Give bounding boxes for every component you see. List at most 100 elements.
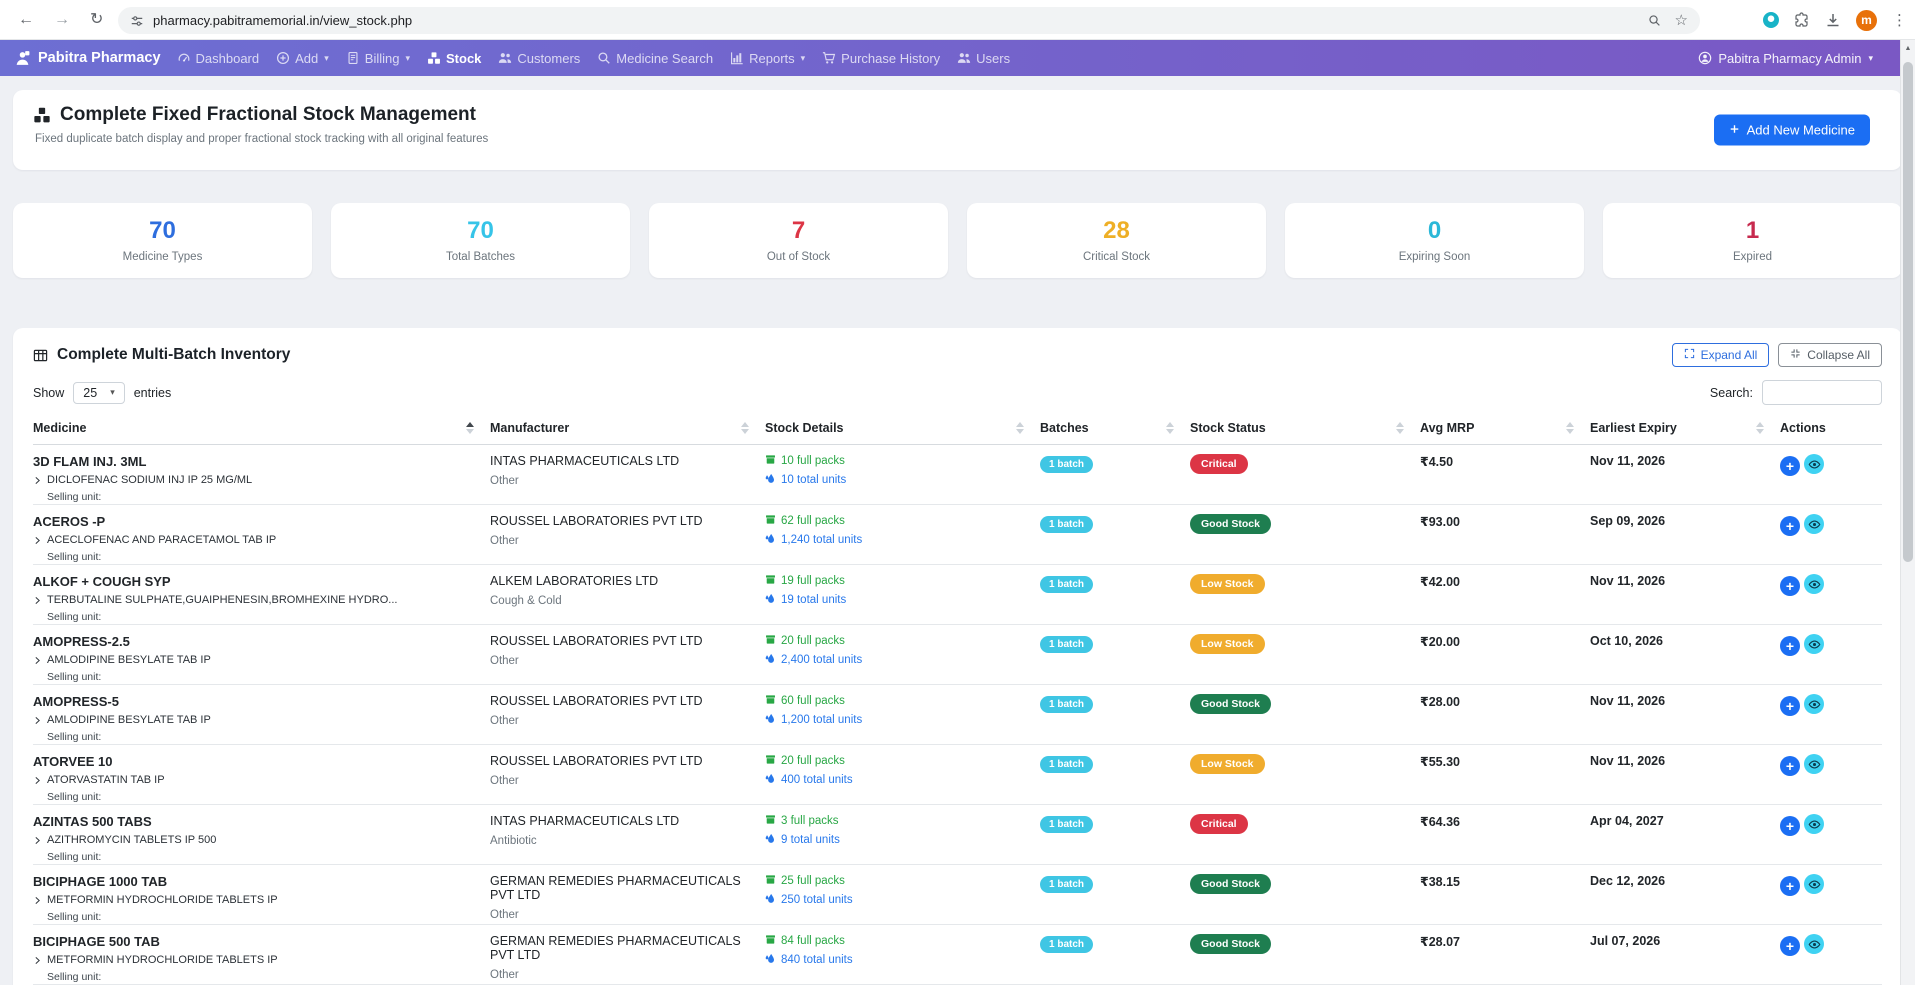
nav-item-stock[interactable]: Stock xyxy=(427,51,481,66)
view-medicine-button[interactable] xyxy=(1804,694,1824,714)
batch-count-badge: 1 batch xyxy=(1040,756,1093,773)
sort-arrows-icon xyxy=(1016,422,1024,434)
view-medicine-button[interactable] xyxy=(1804,814,1824,834)
add-batch-button[interactable]: + xyxy=(1780,816,1800,836)
add-batch-button[interactable]: + xyxy=(1780,576,1800,596)
caret-down-icon: ▾ xyxy=(405,53,410,64)
nav-item-users[interactable]: Users xyxy=(957,51,1010,66)
medicine-name: BICIPHAGE 1000 TAB xyxy=(33,874,484,889)
stat-value: 1 xyxy=(1746,219,1759,243)
table-header-row: MedicineManufacturerStock DetailsBatches… xyxy=(33,416,1882,445)
add-batch-button[interactable]: + xyxy=(1780,516,1800,536)
user-menu[interactable]: Pabitra Pharmacy Admin ▾ xyxy=(1698,51,1873,66)
page-size-select[interactable]: 25 ▾ xyxy=(73,382,124,404)
expand-row-chevron-icon[interactable] xyxy=(33,956,42,965)
total-units-label: 2,400 total units xyxy=(781,654,862,666)
search-icon xyxy=(597,51,611,65)
view-medicine-button[interactable] xyxy=(1804,634,1824,654)
page-title: Complete Fixed Fractional Stock Manageme… xyxy=(60,104,476,126)
expand-icon xyxy=(1684,348,1695,362)
column-header-stock-details[interactable]: Stock Details xyxy=(765,416,1040,445)
stats-row: 70Medicine Types70Total Batches7Out of S… xyxy=(13,203,1902,278)
box-icon xyxy=(765,454,776,468)
expand-row-chevron-icon[interactable] xyxy=(33,716,42,725)
nav-item-dashboard[interactable]: Dashboard xyxy=(177,51,260,66)
view-medicine-button[interactable] xyxy=(1804,934,1824,954)
expand-row-chevron-icon[interactable] xyxy=(33,776,42,785)
scroll-up-icon[interactable]: ▲ xyxy=(1901,40,1915,56)
column-header-medicine[interactable]: Medicine xyxy=(33,416,490,445)
view-medicine-button[interactable] xyxy=(1804,874,1824,894)
nav-item-purchase-history[interactable]: Purchase History xyxy=(822,51,940,66)
expand-row-chevron-icon[interactable] xyxy=(33,476,42,485)
add-batch-button[interactable]: + xyxy=(1780,696,1800,716)
site-settings-icon[interactable] xyxy=(130,14,144,28)
expand-all-button[interactable]: Expand All xyxy=(1672,343,1770,367)
expand-row-chevron-icon[interactable] xyxy=(33,596,42,605)
manufacturer-name: INTAS PHARMACEUTICALS LTD xyxy=(490,454,759,468)
add-batch-button[interactable]: + xyxy=(1780,756,1800,776)
scrollbar-thumb[interactable] xyxy=(1903,62,1913,562)
expand-row-chevron-icon[interactable] xyxy=(33,836,42,845)
selling-unit-label: Selling unit: xyxy=(47,791,484,803)
nav-item-medicine-search[interactable]: Medicine Search xyxy=(597,51,713,66)
forward-icon[interactable]: → xyxy=(54,12,70,28)
back-icon[interactable]: ← xyxy=(18,12,34,28)
stat-value: 7 xyxy=(792,219,805,243)
column-header-stock-status[interactable]: Stock Status xyxy=(1190,416,1420,445)
view-medicine-button[interactable] xyxy=(1804,514,1824,534)
column-header-batches[interactable]: Batches xyxy=(1040,416,1190,445)
view-medicine-button[interactable] xyxy=(1804,574,1824,594)
earliest-expiry-date: Oct 10, 2026 xyxy=(1590,625,1780,685)
view-medicine-button[interactable] xyxy=(1804,754,1824,774)
stock-status-badge: Good Stock xyxy=(1190,874,1271,894)
droplet-icon xyxy=(765,533,776,547)
column-header-manufacturer[interactable]: Manufacturer xyxy=(490,416,765,445)
nav-item-billing[interactable]: Billing▾ xyxy=(346,51,410,66)
sort-arrows-icon xyxy=(1166,422,1174,434)
total-units-label: 10 total units xyxy=(781,474,846,486)
medicine-name: 3D FLAM INJ. 3ML xyxy=(33,454,484,469)
sort-arrows-icon xyxy=(466,422,474,434)
address-bar[interactable]: pharmacy.pabitramemorial.in/view_stock.p… xyxy=(118,7,1700,34)
earliest-expiry-date: Nov 11, 2026 xyxy=(1590,445,1780,505)
extension-icon[interactable] xyxy=(1763,12,1779,28)
expand-row-chevron-icon[interactable] xyxy=(33,656,42,665)
earliest-expiry-date: Dec 12, 2026 xyxy=(1590,865,1780,925)
people-icon xyxy=(498,51,512,65)
extensions-puzzle-icon[interactable] xyxy=(1794,12,1810,28)
expand-row-chevron-icon[interactable] xyxy=(33,896,42,905)
column-header-avg-mrp[interactable]: Avg MRP xyxy=(1420,416,1590,445)
stat-card-expired: 1Expired xyxy=(1603,203,1902,278)
avg-mrp-value: ₹42.00 xyxy=(1420,565,1590,625)
nav-item-add[interactable]: Add▾ xyxy=(276,51,329,66)
batch-count-badge: 1 batch xyxy=(1040,516,1093,533)
view-medicine-button[interactable] xyxy=(1804,454,1824,474)
column-header-earliest-expiry[interactable]: Earliest Expiry xyxy=(1590,416,1780,445)
add-batch-button[interactable]: + xyxy=(1780,936,1800,956)
browser-menu-icon[interactable]: ⋮ xyxy=(1892,13,1907,28)
url-text[interactable]: pharmacy.pabitramemorial.in/view_stock.p… xyxy=(153,13,1639,28)
droplet-icon xyxy=(765,893,776,907)
zoom-icon[interactable] xyxy=(1648,14,1661,27)
search-input[interactable] xyxy=(1762,380,1882,405)
add-batch-button[interactable]: + xyxy=(1780,636,1800,656)
brand[interactable]: Pabitra Pharmacy xyxy=(14,50,161,67)
profile-avatar[interactable]: m xyxy=(1856,10,1877,31)
add-batch-button[interactable]: + xyxy=(1780,876,1800,896)
nav-item-customers[interactable]: Customers xyxy=(498,51,580,66)
generic-name: AMLODIPINE BESYLATE TAB IP xyxy=(47,714,211,726)
expand-row-chevron-icon[interactable] xyxy=(33,536,42,545)
collapse-all-button[interactable]: Collapse All xyxy=(1778,343,1882,367)
person-circle-icon xyxy=(1698,51,1712,65)
downloads-icon[interactable] xyxy=(1825,12,1841,28)
stock-status-badge: Critical xyxy=(1190,814,1248,834)
page-scrollbar[interactable]: ▲ xyxy=(1900,40,1915,985)
add-new-medicine-button[interactable]: Add New Medicine xyxy=(1714,115,1870,146)
bookmark-star-icon[interactable]: ☆ xyxy=(1675,13,1688,28)
nav-item-reports[interactable]: Reports▾ xyxy=(730,51,805,66)
reload-icon[interactable]: ↻ xyxy=(90,12,103,28)
stat-label: Critical Stock xyxy=(1083,251,1150,263)
add-batch-button[interactable]: + xyxy=(1780,456,1800,476)
box-icon xyxy=(765,934,776,948)
